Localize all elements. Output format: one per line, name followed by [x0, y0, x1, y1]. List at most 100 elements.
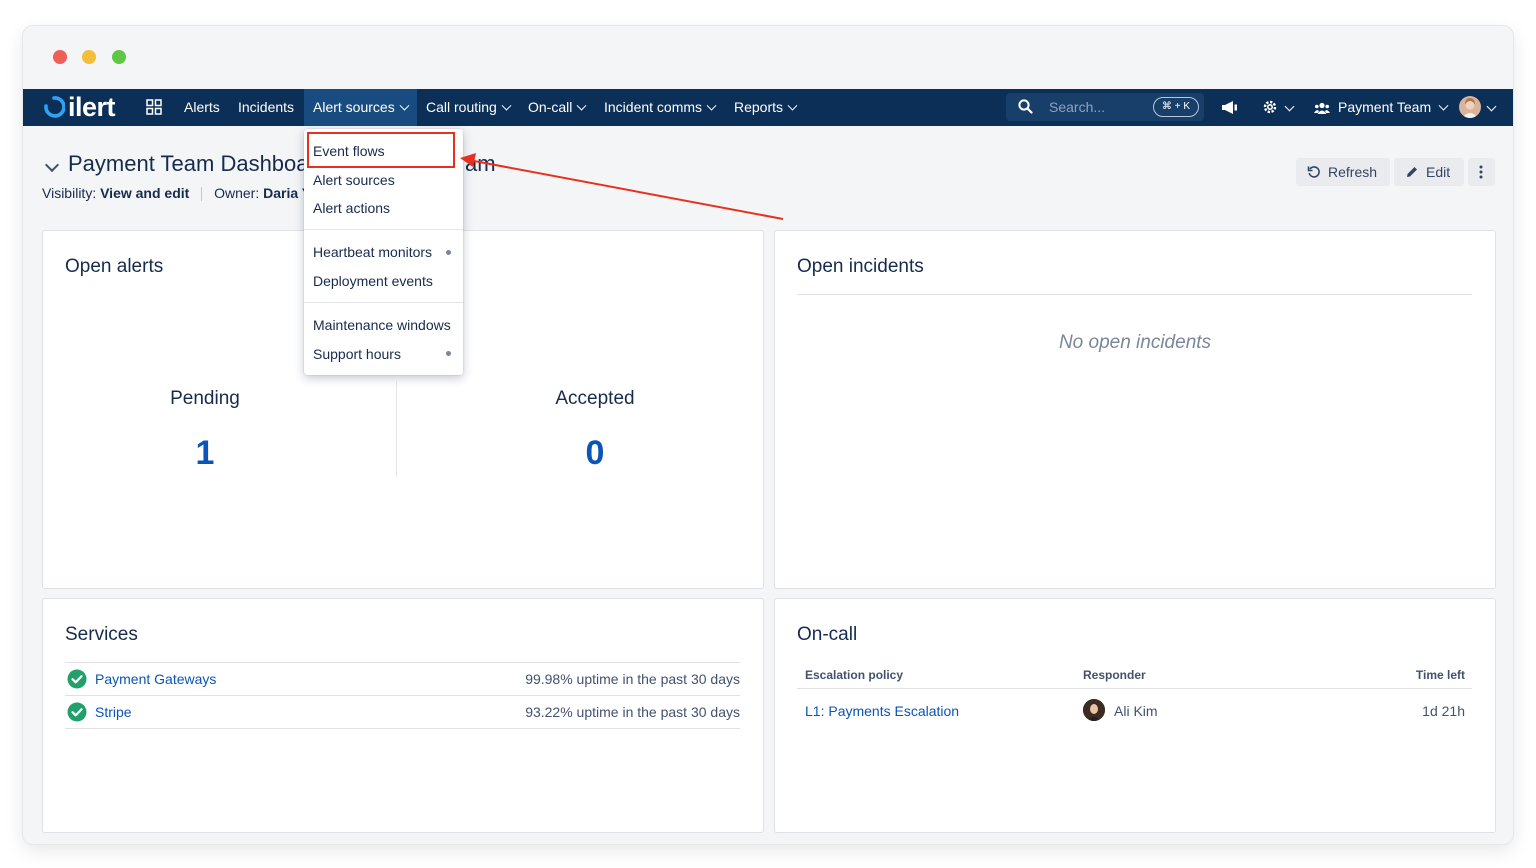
edit-button[interactable]: Edit	[1394, 158, 1464, 186]
check-circle-icon	[67, 702, 87, 722]
page-title-tail: am	[465, 151, 496, 176]
responder-header: Responder	[1083, 668, 1146, 682]
nav-call-routing-label: Call routing	[426, 99, 497, 115]
user-avatar[interactable]	[1459, 96, 1481, 118]
users-icon	[1314, 102, 1330, 114]
responder-name[interactable]: Ali Kim	[1114, 703, 1158, 719]
close-window-button[interactable]	[53, 50, 67, 64]
open-incidents-title: Open incidents	[797, 256, 924, 277]
gear-icon[interactable]	[1262, 99, 1278, 115]
nav-on-call-label: On-call	[528, 99, 573, 115]
menu-item-alert-sources[interactable]: Alert sources	[313, 172, 395, 188]
nav-incident-comms-label: Incident comms	[604, 99, 703, 115]
nav-reports[interactable]: Reports	[734, 89, 798, 126]
service-row[interactable]: Stripe 93.22% uptime in the past 30 days	[65, 696, 740, 728]
empty-state-text: No open incidents	[1058, 332, 1212, 353]
stat-divider	[396, 381, 397, 477]
time-left-value: 1d 21h	[1422, 703, 1465, 719]
chevron-down-icon	[501, 100, 512, 111]
megaphone-icon[interactable]	[1221, 100, 1239, 115]
search-box[interactable]: Search... ⌘ + K	[1006, 93, 1204, 121]
user-avatar-image	[1462, 98, 1478, 118]
divider	[797, 294, 1472, 295]
menu-item-maintenance-windows[interactable]: Maintenance windows	[313, 317, 451, 333]
nav-incident-comms[interactable]: Incident comms	[604, 89, 717, 126]
annotation-highlight-box	[307, 132, 455, 168]
chevron-down-icon	[1486, 101, 1497, 112]
service-uptime: 99.98% uptime in the past 30 days	[525, 671, 740, 687]
escalation-policy-header: Escalation policy	[805, 668, 904, 682]
dashboard-meta: Visibility: View and edit Owner: Daria Y…	[42, 185, 318, 202]
minimize-window-button[interactable]	[82, 50, 96, 64]
nav-alert-sources-label: Alert sources	[313, 99, 395, 115]
time-left-header: Time left	[1415, 668, 1465, 682]
refresh-button[interactable]: Refresh	[1296, 158, 1390, 186]
meta-divider	[201, 187, 203, 202]
divider	[797, 688, 1472, 689]
open-incidents-card: Open incidents No open incidents	[774, 230, 1496, 589]
pending-label: Pending	[170, 388, 240, 409]
pencil-icon	[1407, 167, 1417, 177]
on-call-card: On-call Escalation policy Responder Time…	[774, 598, 1496, 833]
nav-incidents[interactable]: Incidents	[238, 89, 294, 126]
search-shortcut-badge: ⌘ + K	[1152, 97, 1199, 117]
menu-item-heartbeat-monitors[interactable]: Heartbeat monitors	[313, 244, 432, 260]
divider	[65, 728, 740, 729]
accepted-count[interactable]: 0	[495, 434, 695, 473]
nav-alerts[interactable]: Alerts	[184, 89, 220, 126]
page-title-text: Payment Team Dashboa	[68, 151, 309, 176]
refresh-icon	[1307, 166, 1320, 178]
chevron-down-icon	[576, 100, 587, 111]
menu-divider	[304, 302, 463, 303]
owner-label: Owner:	[214, 185, 260, 201]
chevron-down-icon[interactable]	[44, 157, 60, 173]
search-input[interactable]: Search...	[1049, 93, 1105, 121]
on-call-title: On-call	[797, 624, 858, 645]
responder-avatar-image	[1083, 699, 1105, 721]
nav-call-routing[interactable]: Call routing	[426, 89, 512, 126]
accepted-label: Accepted	[555, 388, 635, 409]
services-title: Services	[65, 624, 138, 645]
chevron-down-icon	[787, 100, 798, 111]
more-vertical-icon	[1479, 165, 1483, 179]
menu-item-deployment-events[interactable]: Deployment events	[313, 273, 433, 289]
escalation-policy-link[interactable]: L1: Payments Escalation	[805, 703, 959, 719]
chevron-down-icon	[1284, 101, 1295, 112]
menu-divider	[304, 229, 463, 230]
pending-count[interactable]: 1	[105, 434, 305, 473]
apps-grid-icon[interactable]	[146, 99, 162, 115]
logo-text: ilert	[68, 91, 116, 122]
page-title: Payment Team Dashboa am	[68, 151, 496, 177]
responder-avatar	[1083, 699, 1105, 721]
chevron-down-icon	[1438, 100, 1449, 111]
chevron-down-icon	[399, 100, 410, 111]
app-window: ilert Alerts Incidents Alert sources Cal…	[23, 26, 1513, 844]
top-navigation: ilert Alerts Incidents Alert sources Cal…	[23, 89, 1513, 126]
nav-alert-sources[interactable]: Alert sources	[304, 89, 417, 126]
menu-item-alert-actions[interactable]: Alert actions	[313, 200, 390, 216]
ilert-logo-icon	[44, 96, 65, 118]
visibility-value: View and edit	[100, 185, 190, 201]
service-name-link[interactable]: Stripe	[95, 704, 132, 720]
nav-on-call[interactable]: On-call	[528, 89, 587, 126]
check-circle-icon	[67, 669, 87, 689]
maximize-window-button[interactable]	[112, 50, 126, 64]
service-row[interactable]: Payment Gateways 99.98% uptime in the pa…	[65, 663, 740, 695]
more-options-button[interactable]	[1468, 158, 1495, 186]
services-card: Services Payment Gateways 99.98% uptime …	[42, 598, 764, 833]
team-switcher-label: Payment Team	[1338, 99, 1432, 115]
menu-item-support-hours[interactable]: Support hours	[313, 346, 401, 362]
chevron-down-icon	[706, 100, 717, 111]
visibility-label: Visibility:	[42, 185, 97, 201]
team-switcher[interactable]: Payment Team	[1314, 89, 1449, 126]
status-dot-icon	[446, 351, 451, 356]
ilert-logo[interactable]: ilert	[43, 91, 116, 122]
search-icon	[1018, 99, 1033, 114]
refresh-label: Refresh	[1328, 164, 1378, 180]
open-alerts-title: Open alerts	[65, 256, 164, 277]
status-dot-icon	[446, 250, 451, 255]
service-name-link[interactable]: Payment Gateways	[95, 671, 216, 687]
service-uptime: 93.22% uptime in the past 30 days	[525, 704, 740, 720]
window-titlebar	[23, 26, 1513, 89]
edit-label: Edit	[1426, 164, 1451, 180]
